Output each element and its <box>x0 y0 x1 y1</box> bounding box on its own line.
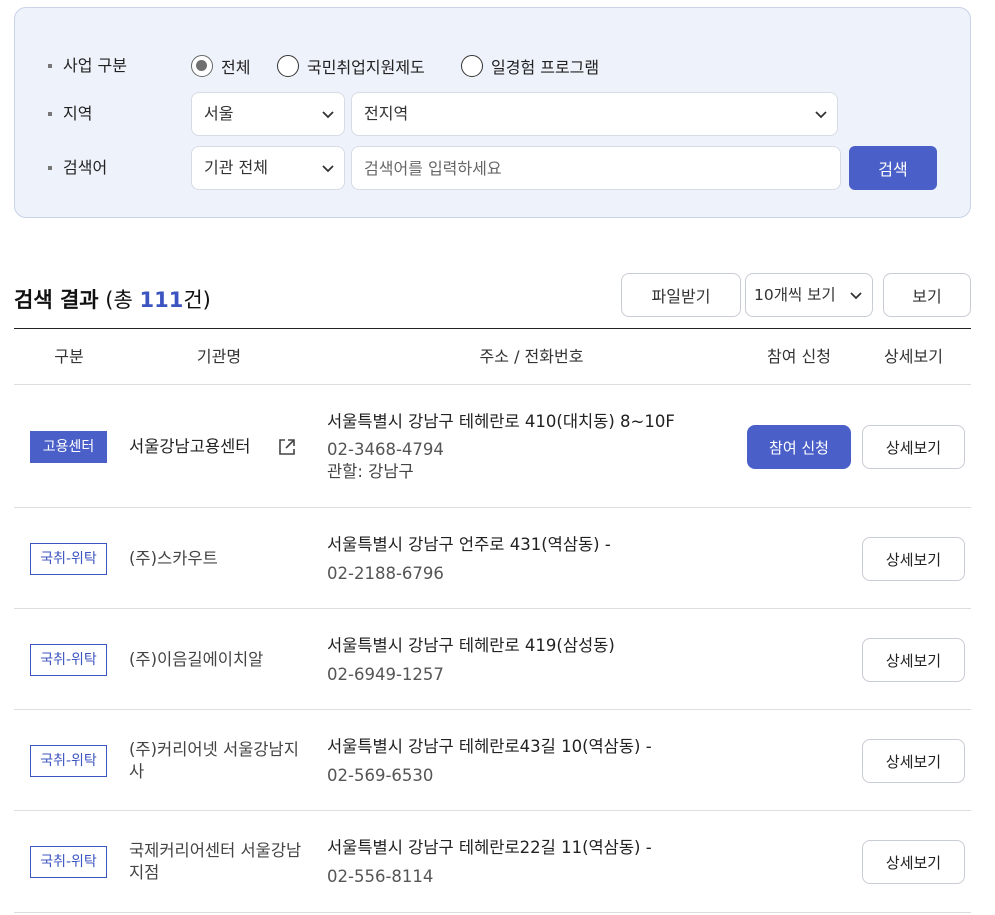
table-row: 고용센터 서울강남고용센터 서울특별시 강남구 테헤란로 410(대치동) 8~… <box>14 385 971 508</box>
header-detail: 상세보기 <box>884 347 943 366</box>
search-button[interactable]: 검색 <box>849 146 937 190</box>
chevron-down-icon <box>815 111 827 119</box>
detail-button[interactable]: 상세보기 <box>862 638 965 682</box>
result-title: 검색 결과 (총 111건) <box>14 284 211 314</box>
district-select-value: 전지역 <box>364 104 409 123</box>
radio-all-dot[interactable] <box>191 55 213 77</box>
result-title-text: 검색 결과 <box>14 288 99 312</box>
radio-work-experience-label: 일경험 프로그램 <box>491 58 600 77</box>
detail-button[interactable]: 상세보기 <box>862 425 965 469</box>
phone: 02-2188-6796 <box>327 564 444 583</box>
download-button[interactable]: 파일받기 <box>621 273 741 317</box>
radio-all-label: 전체 <box>221 58 251 77</box>
table-header: 구분 기관명 주소 / 전화번호 참여 신청 상세보기 <box>14 328 971 385</box>
radio-employment-support-label: 국민취업지원제도 <box>307 58 425 77</box>
detail-button[interactable]: 상세보기 <box>862 739 965 783</box>
region-label: 지역 <box>48 92 92 136</box>
keyword-label: 검색어 <box>48 146 107 190</box>
view-button[interactable]: 보기 <box>883 273 971 317</box>
category-badge: 국취-위탁 <box>30 644 107 676</box>
keyword-scope-value: 기관 전체 <box>204 158 268 177</box>
business-type-label: 사업 구분 <box>48 44 127 88</box>
table-row: 국취-위탁 (주)커리어넷 서울강남지사 서울특별시 강남구 테헤란로43길 1… <box>14 710 971 811</box>
chevron-down-icon <box>850 292 862 300</box>
chevron-down-icon <box>322 165 334 173</box>
category-badge: 고용센터 <box>30 431 107 463</box>
phone: 02-556-8114 <box>327 867 434 886</box>
header-org: 기관명 <box>196 347 242 366</box>
radio-work-experience-dot[interactable] <box>461 55 483 77</box>
keyword-scope-select[interactable]: 기관 전체 <box>191 146 345 190</box>
search-input[interactable] <box>351 146 841 190</box>
page-size-select[interactable]: 10개씩 보기 <box>745 273 873 317</box>
org-name: (주)이음길에이치알 <box>129 650 264 669</box>
address: 서울특별시 강남구 테헤란로 419(삼성동) <box>327 636 615 655</box>
search-filter-panel: 사업 구분 전체 국민취업지원제도 일경험 프로그램 지역 서울 전지역 검색어… <box>14 7 971 218</box>
category-badge: 국취-위탁 <box>30 543 107 575</box>
header-apply: 참여 신청 <box>767 347 831 366</box>
phone: 02-3468-4794 <box>327 440 444 459</box>
radio-work-experience[interactable]: 일경험 프로그램 <box>461 44 599 88</box>
region-row: 지역 서울 전지역 <box>15 92 970 136</box>
org-name: (주)스카우트 <box>129 549 218 568</box>
business-type-row: 사업 구분 전체 국민취업지원제도 일경험 프로그램 <box>15 44 970 88</box>
address: 서울특별시 강남구 테헤란로43길 10(역삼동) - <box>327 737 652 756</box>
radio-employment-support[interactable]: 국민취업지원제도 <box>277 44 425 88</box>
city-select-value: 서울 <box>204 104 234 123</box>
detail-button[interactable]: 상세보기 <box>862 537 965 581</box>
org-name: 국제커리어센터 서울강남지점 <box>129 841 302 882</box>
city-select[interactable]: 서울 <box>191 92 345 136</box>
detail-button[interactable]: 상세보기 <box>862 840 965 884</box>
address: 서울특별시 강남구 테헤란로22길 11(역삼동) - <box>327 838 652 857</box>
radio-employment-support-dot[interactable] <box>277 55 299 77</box>
chevron-down-icon <box>322 111 334 119</box>
result-count: 111 <box>139 288 184 312</box>
address: 서울특별시 강남구 테헤란로 410(대치동) 8~10F <box>327 412 675 431</box>
jurisdiction: 관할: 강남구 <box>327 462 414 481</box>
district-select[interactable]: 전지역 <box>351 92 838 136</box>
radio-all[interactable]: 전체 <box>191 44 250 88</box>
result-count-prefix: (총 <box>105 288 140 312</box>
table-row: 국취-위탁 국제커리어센터 서울강남지점 서울특별시 강남구 테헤란로22길 1… <box>14 811 971 913</box>
table-row: 국취-위탁 (주)이음길에이치알 서울특별시 강남구 테헤란로 419(삼성동)… <box>14 609 971 710</box>
table-row: 국취-위탁 (주)스카우트 서울특별시 강남구 언주로 431(역삼동) - 0… <box>14 508 971 609</box>
category-badge: 국취-위탁 <box>30 745 107 777</box>
phone: 02-569-6530 <box>327 766 434 785</box>
keyword-row: 검색어 기관 전체 검색 <box>15 146 970 190</box>
address: 서울특별시 강남구 언주로 431(역삼동) - <box>327 535 611 554</box>
org-name: (주)커리어넷 서울강남지사 <box>129 740 299 781</box>
page-size-value: 10개씩 보기 <box>754 286 836 304</box>
external-link-icon[interactable] <box>277 437 297 457</box>
header-address: 주소 / 전화번호 <box>479 347 584 366</box>
category-badge: 국취-위탁 <box>30 846 107 878</box>
header-category: 구분 <box>54 347 84 366</box>
phone: 02-6949-1257 <box>327 665 444 684</box>
apply-button[interactable]: 참여 신청 <box>747 425 851 469</box>
result-count-suffix: 건) <box>183 288 211 312</box>
